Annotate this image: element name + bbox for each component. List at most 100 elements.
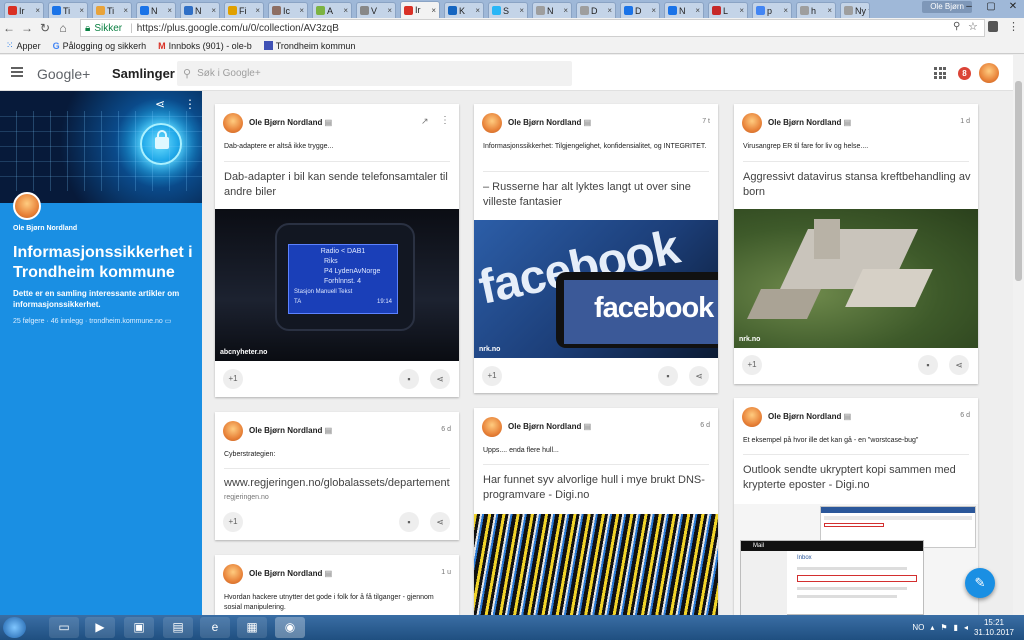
link-url[interactable]: www.regjeringen.no/globalassets/departem… (224, 476, 452, 491)
browser-tab[interactable]: p × (752, 2, 792, 18)
tab-close-icon[interactable]: × (387, 6, 392, 15)
star-icon[interactable]: ☆ (968, 20, 978, 33)
chrome-icon[interactable]: ◉ (275, 617, 305, 638)
bookmark-login-security[interactable]: G Pålogging og sikkerh (53, 41, 147, 51)
author-avatar[interactable] (742, 113, 762, 133)
tab-close-icon[interactable]: × (431, 6, 436, 15)
author-name[interactable]: Ole Bjørn Nordland ▤ (249, 569, 332, 578)
link-title[interactable]: – Russerne har alt lyktes langt ut over … (483, 180, 711, 210)
author-name[interactable]: Ole Bjørn Nordland ▤ (768, 118, 851, 127)
link-image[interactable] (474, 514, 718, 615)
tab-close-icon[interactable]: × (79, 6, 84, 15)
tab-close-icon[interactable]: × (123, 6, 128, 15)
browser-tab[interactable]: h × (796, 2, 836, 18)
share-icon[interactable]: ⋖ (155, 97, 165, 111)
tab-close-icon[interactable]: × (519, 6, 524, 15)
tab-close-icon[interactable]: × (475, 6, 480, 15)
home-icon[interactable]: ⌂ (54, 21, 72, 35)
back-arrow-icon[interactable]: ← (0, 21, 18, 35)
browser-tab[interactable]: Ti × (92, 2, 132, 18)
browser-tab[interactable]: L × (708, 2, 748, 18)
bookmark-inbox[interactable]: M Innboks (901) - ole-b (158, 41, 252, 51)
author-avatar[interactable] (482, 113, 502, 133)
notification-badge[interactable]: 8 (958, 67, 971, 80)
account-avatar[interactable] (979, 63, 999, 83)
plus-one-button[interactable]: +1 (482, 366, 502, 386)
page-scrollbar[interactable] (1013, 55, 1024, 615)
author-avatar[interactable] (223, 113, 243, 133)
tab-close-icon[interactable]: × (343, 6, 348, 15)
author-avatar[interactable] (482, 417, 502, 437)
link-image[interactable]: facebook facebook nrk.no (474, 220, 718, 358)
author-name[interactable]: Ole Bjørn Nordland ▤ (249, 426, 332, 435)
link-title[interactable]: Dab-adapter i bil kan sende telefonsamta… (224, 170, 452, 200)
author-name[interactable]: Ole Bjørn Nordland ▤ (508, 118, 591, 127)
volume-icon[interactable]: ◂ (964, 623, 968, 632)
author-name[interactable]: Ole Bjørn Nordland ▤ (508, 422, 591, 431)
browser-tab[interactable]: N × (532, 2, 572, 18)
browser-tab[interactable]: N × (180, 2, 220, 18)
author-avatar[interactable] (742, 407, 762, 427)
browser-tab[interactable]: Ir × (400, 1, 440, 18)
network-icon[interactable]: ▮ (954, 623, 958, 632)
tab-close-icon[interactable]: × (563, 6, 568, 15)
search-input[interactable]: ⚲ Søk i Google+ (177, 61, 572, 86)
owner-avatar[interactable] (13, 192, 41, 220)
link-image[interactable]: Mail Inbox (734, 504, 978, 615)
forward-arrow-icon[interactable]: → (18, 21, 36, 35)
maximize-button[interactable]: ▢ (980, 0, 1002, 14)
notes-icon[interactable]: ▦ (237, 617, 267, 638)
google-plus-logo[interactable]: Google+ (37, 66, 90, 82)
url-field[interactable]: 🔒︎ Sikker | https://plus.google.com/u/0/… (80, 19, 985, 37)
comment-icon[interactable]: ▪ (399, 512, 419, 532)
browser-tab[interactable]: S × (488, 2, 528, 18)
tray-arrow-icon[interactable]: ▴ (930, 623, 934, 632)
browser-tab[interactable]: D × (576, 2, 616, 18)
plus-one-button[interactable]: +1 (223, 369, 243, 389)
browser-tab[interactable]: Ic × (268, 2, 308, 18)
link-image[interactable]: nrk.no (734, 209, 978, 348)
collection-owner[interactable]: Ole Bjørn Nordland (13, 225, 77, 232)
share-icon[interactable]: ⋖ (430, 512, 450, 532)
bookmark-apps[interactable]: ⁙ Apper (6, 40, 41, 51)
folder-icon[interactable]: ▤ (163, 617, 193, 638)
link-title[interactable]: Aggressivt datavirus stansa kreftbehandl… (743, 170, 971, 200)
hamburger-menu-icon[interactable] (11, 67, 23, 77)
author-avatar[interactable] (223, 421, 243, 441)
zoom-icon[interactable]: ⚲ (953, 21, 960, 32)
tab-close-icon[interactable]: × (255, 6, 260, 15)
browser-tab[interactable]: K × (444, 2, 484, 18)
tab-close-icon[interactable]: × (211, 6, 216, 15)
comment-icon[interactable]: ▪ (658, 366, 678, 386)
browser-tab[interactable]: A × (312, 2, 352, 18)
share-icon[interactable]: ⋖ (430, 369, 450, 389)
apps-grid-icon[interactable] (934, 67, 946, 79)
author-name[interactable]: Ole Bjørn Nordland ▤ (768, 412, 851, 421)
tab-close-icon[interactable]: × (695, 6, 700, 15)
start-button[interactable] (3, 617, 26, 638)
language-indicator[interactable]: NO (912, 623, 924, 632)
remote-desktop-icon[interactable]: ▣ (124, 617, 154, 638)
new-post-button[interactable]: ✎ (965, 568, 995, 598)
comment-icon[interactable]: ▪ (918, 355, 938, 375)
extension-icon[interactable] (988, 21, 998, 32)
author-name[interactable]: Ole Bjørn Nordland ▤ (249, 118, 332, 127)
browser-tab[interactable]: Ir × (4, 2, 44, 18)
media-player-icon[interactable]: ▶ (85, 617, 115, 638)
share-icon[interactable]: ⋖ (689, 366, 709, 386)
clock[interactable]: 15:21 31.10.2017 (974, 618, 1014, 638)
browser-tab[interactable]: D × (620, 2, 660, 18)
tab-close-icon[interactable]: × (607, 6, 612, 15)
tab-close-icon[interactable]: × (783, 6, 788, 15)
browser-tab[interactable]: V × (356, 2, 396, 18)
share-icon[interactable]: ⋖ (949, 355, 969, 375)
tab-close-icon[interactable]: × (827, 6, 832, 15)
browser-tab[interactable]: Fi × (224, 2, 264, 18)
tab-close-icon[interactable]: × (35, 6, 40, 15)
browser-tab[interactable]: N × (136, 2, 176, 18)
more-vert-icon[interactable]: ⋮ (184, 97, 196, 111)
browser-tab[interactable]: Ny fa (840, 2, 870, 18)
tab-close-icon[interactable]: × (739, 6, 744, 15)
bookmark-trondheim[interactable]: Trondheim kommun (263, 41, 355, 51)
internet-explorer-icon[interactable]: e (200, 617, 230, 638)
